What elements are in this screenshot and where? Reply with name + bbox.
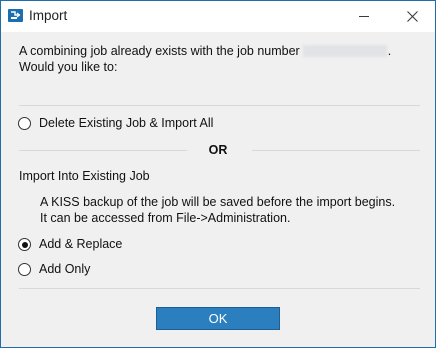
- divider-or-right: [252, 150, 420, 151]
- divider-top: [19, 105, 420, 106]
- import-into-heading: Import Into Existing Job: [19, 169, 150, 183]
- import-dialog: Import A combining job already exists wi…: [0, 0, 436, 348]
- delete-import-all-label[interactable]: Delete Existing Job & Import All: [39, 116, 213, 131]
- message-prefix: A combining job already exists with the …: [19, 44, 300, 58]
- message-line-1: A combining job already exists with the …: [19, 44, 391, 59]
- delete-import-all-radio[interactable]: [18, 117, 31, 130]
- dialog-body: A combining job already exists with the …: [1, 32, 435, 347]
- redacted-job-number: [302, 45, 387, 57]
- add-only-radio[interactable]: [18, 263, 31, 276]
- divider-bottom: [19, 288, 420, 289]
- close-icon: [407, 11, 418, 22]
- message-line-2: Would you like to:: [19, 60, 118, 74]
- minimize-button[interactable]: [341, 1, 387, 32]
- backup-note-line-1: A KISS backup of the job will be saved b…: [40, 195, 396, 209]
- add-replace-label[interactable]: Add & Replace: [39, 237, 122, 252]
- add-replace-radio[interactable]: [18, 238, 31, 251]
- ok-button[interactable]: OK: [156, 307, 280, 330]
- minimize-icon: [359, 16, 369, 17]
- add-only-label[interactable]: Add Only: [39, 262, 90, 277]
- backup-note-line-2: It can be accessed from File->Administra…: [40, 211, 291, 225]
- window-title: Import: [29, 8, 68, 23]
- close-button[interactable]: [389, 1, 435, 32]
- title-bar[interactable]: Import: [1, 1, 435, 32]
- app-icon: [8, 9, 23, 22]
- message-suffix: .: [387, 44, 392, 58]
